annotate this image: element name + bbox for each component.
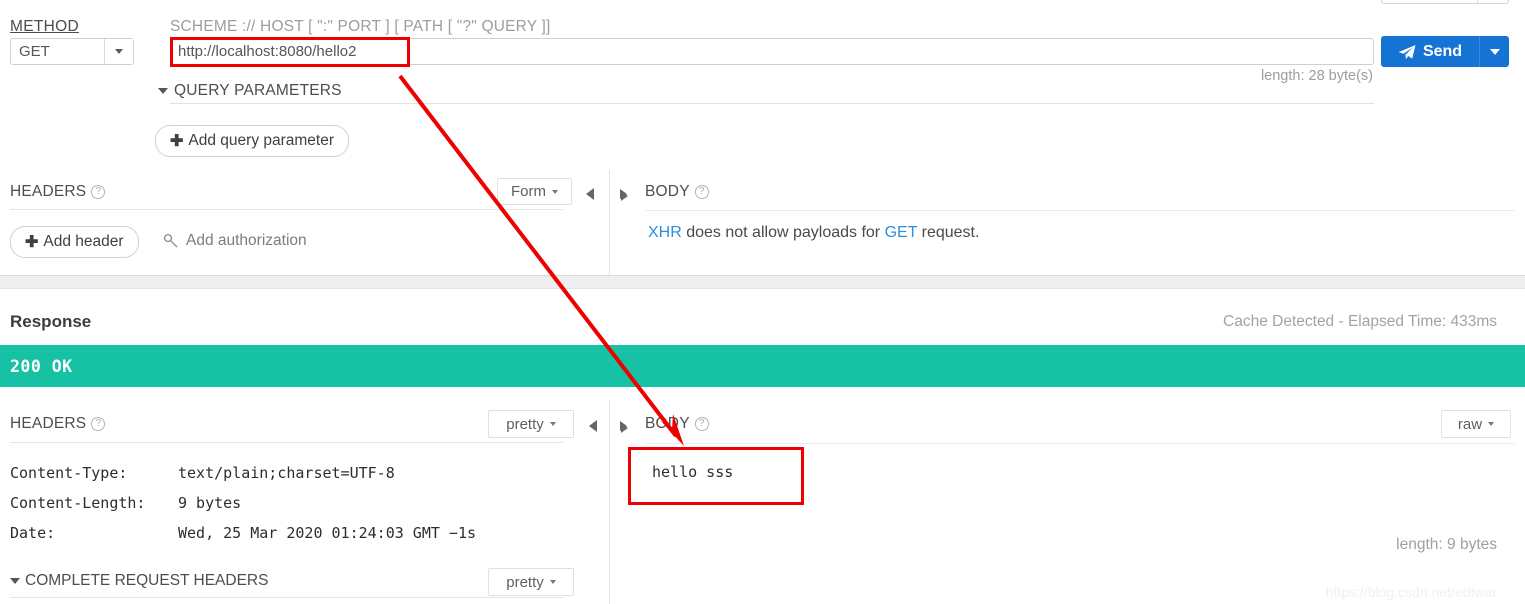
request-headers-text: HEADERS xyxy=(10,183,87,200)
request-headers-label: HEADERS? xyxy=(10,183,106,201)
request-body-text: BODY xyxy=(645,183,690,200)
response-headers-table: Content-Type: text/plain;charset=UTF-8 C… xyxy=(10,458,476,548)
collapse-request-left-button[interactable] xyxy=(586,185,594,203)
chevron-down-icon xyxy=(115,49,123,54)
method-select[interactable]: GET xyxy=(10,38,134,65)
response-status-bar: 200 OK xyxy=(0,345,1525,387)
request-headers-divider xyxy=(10,209,563,210)
response-body-length: length: 9 bytes xyxy=(1396,536,1497,553)
add-header-label: Add header xyxy=(43,233,124,250)
get-link[interactable]: GET xyxy=(885,224,918,241)
chevron-down-icon xyxy=(552,189,558,194)
request-body-toggle[interactable] xyxy=(621,187,628,205)
header-key: Content-Type: xyxy=(10,464,128,482)
method-selected-value: GET xyxy=(19,43,50,60)
url-length-label: length: 28 byte(s) xyxy=(1260,68,1373,84)
triangle-left-icon xyxy=(586,187,594,200)
table-row: Date: Wed, 25 Mar 2020 01:24:03 GMT −1s xyxy=(10,518,476,548)
annotation-highlight-url xyxy=(170,37,410,67)
response-meta: Cache Detected - Elapsed Time: 433ms xyxy=(1223,313,1497,330)
add-header-button[interactable]: ✚ Add header xyxy=(10,226,139,258)
header-key: Content-Length: xyxy=(10,494,146,512)
request-body-divider xyxy=(645,210,1515,211)
triangle-down-icon xyxy=(158,87,168,94)
top-cutoff-divider xyxy=(1477,0,1478,3)
url-format-hint: SCHEME :// HOST [ ":" PORT ] [ PATH [ "?… xyxy=(170,18,551,35)
response-headers-view-mode-value: pretty xyxy=(506,415,544,433)
method-dropdown-arrow[interactable] xyxy=(104,39,133,64)
triangle-right-icon xyxy=(621,422,628,433)
plus-icon: ✚ xyxy=(170,133,184,150)
triangle-left-icon xyxy=(589,419,597,432)
send-button[interactable]: Send xyxy=(1381,36,1509,67)
request-panel-divider xyxy=(609,170,610,275)
query-parameters-divider xyxy=(170,103,1374,104)
chevron-down-icon xyxy=(1489,48,1500,55)
add-query-parameter-label: Add query parameter xyxy=(188,132,335,149)
xhr-message-middle: does not allow payloads for xyxy=(681,224,885,241)
xhr-link[interactable]: XHR xyxy=(648,224,682,241)
add-authorization-button[interactable]: Add authorization xyxy=(163,232,307,250)
key-icon xyxy=(163,233,178,248)
help-icon[interactable]: ? xyxy=(91,185,106,199)
response-body-toggle[interactable] xyxy=(621,419,628,437)
top-cutoff-control xyxy=(1381,0,1509,4)
response-body-view-mode-value: raw xyxy=(1457,415,1483,433)
help-icon[interactable]: ? xyxy=(694,185,709,199)
table-row: Content-Type: text/plain;charset=UTF-8 xyxy=(10,458,476,488)
query-parameters-section-toggle[interactable]: QUERY PARAMETERS xyxy=(158,82,342,100)
table-row: Content-Length: 9 bytes xyxy=(10,488,476,518)
complete-request-headers-view-mode-select[interactable]: pretty xyxy=(488,568,574,596)
response-body-divider xyxy=(645,443,1515,444)
help-icon[interactable]: ? xyxy=(694,417,709,431)
complete-request-headers-divider xyxy=(10,597,563,598)
xhr-message-suffix: request. xyxy=(917,224,980,241)
header-key: Date: xyxy=(10,524,56,542)
header-value: 9 bytes xyxy=(178,494,242,512)
request-body-label: BODY? xyxy=(645,183,709,201)
response-headers-view-mode-select[interactable]: pretty xyxy=(488,410,574,438)
complete-request-headers-label: COMPLETE REQUEST HEADERS xyxy=(25,572,269,589)
response-body-view-mode-select[interactable]: raw xyxy=(1441,410,1511,438)
add-query-parameter-button[interactable]: ✚ Add query parameter xyxy=(155,125,350,157)
response-headers-divider xyxy=(10,442,563,443)
header-value: text/plain;charset=UTF-8 xyxy=(178,464,395,482)
panel-separator-band[interactable] xyxy=(0,275,1525,289)
chevron-down-icon xyxy=(1488,422,1495,426)
query-parameters-label: QUERY PARAMETERS xyxy=(174,82,342,99)
request-headers-view-mode-value: Form xyxy=(511,183,546,200)
triangle-right-icon xyxy=(621,190,628,201)
status-badge: 200 OK xyxy=(10,356,73,376)
plus-icon: ✚ xyxy=(25,234,39,251)
header-value: Wed, 25 Mar 2020 01:24:03 GMT −1s xyxy=(178,524,477,542)
response-title: Response xyxy=(10,312,92,331)
help-icon[interactable]: ? xyxy=(91,417,106,431)
response-body-label: BODY? xyxy=(645,415,709,433)
paper-plane-icon xyxy=(1398,44,1416,59)
method-label: METHOD xyxy=(10,18,79,35)
chevron-down-icon xyxy=(549,580,556,584)
response-headers-label: HEADERS? xyxy=(10,415,106,433)
send-dropdown-arrow[interactable] xyxy=(1479,36,1509,67)
complete-request-headers-view-mode-value: pretty xyxy=(506,573,544,591)
add-authorization-label: Add authorization xyxy=(186,232,307,249)
watermark: https://blog.csdn.net/edtwar xyxy=(1325,584,1497,600)
response-panel-divider xyxy=(609,400,610,604)
send-button-main[interactable]: Send xyxy=(1381,36,1479,67)
annotation-highlight-response-body xyxy=(628,447,804,505)
response-headers-text: HEADERS xyxy=(10,415,87,432)
triangle-down-icon xyxy=(10,577,20,584)
response-body-text: BODY xyxy=(645,415,690,432)
restlet-client-app: METHOD GET SCHEME :// HOST [ ":" PORT ] … xyxy=(0,0,1525,604)
complete-request-headers-toggle[interactable]: COMPLETE REQUEST HEADERS xyxy=(10,572,268,590)
collapse-response-left-button[interactable] xyxy=(589,417,597,435)
send-button-label: Send xyxy=(1422,42,1463,60)
chevron-down-icon xyxy=(549,422,556,426)
request-body-message: XHR does not allow payloads for GET requ… xyxy=(648,224,979,242)
request-headers-view-mode-select[interactable]: Form xyxy=(497,178,572,205)
